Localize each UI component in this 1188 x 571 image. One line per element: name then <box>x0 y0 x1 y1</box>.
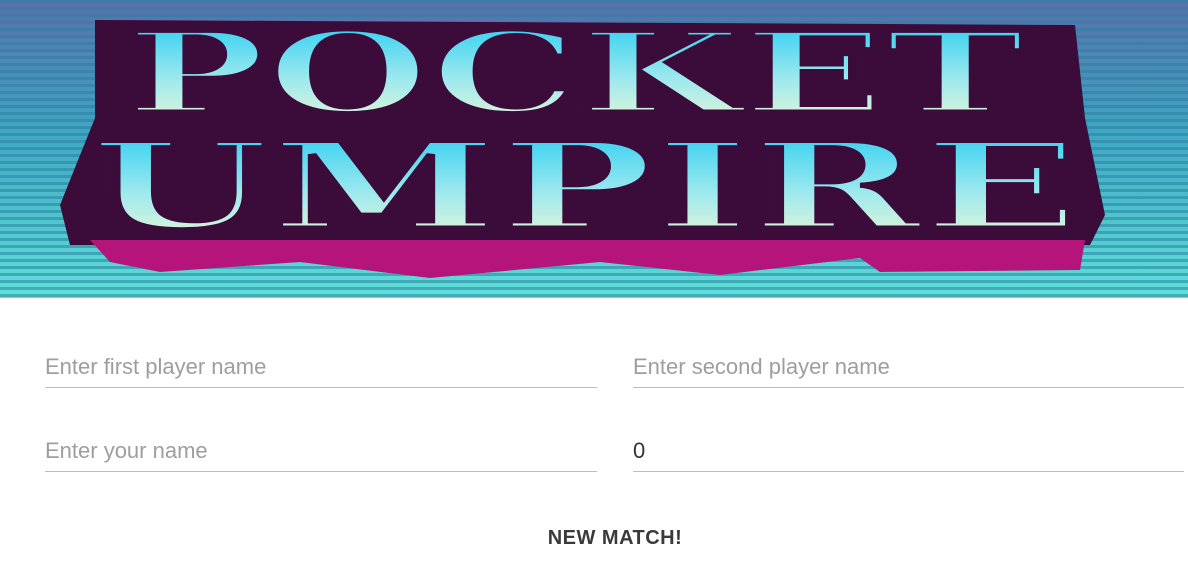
pocket-umpire-logo: POCKET UMPIRE <box>0 0 1188 298</box>
new-match-form: NEW MATCH! <box>0 298 1188 571</box>
new-match-button[interactable]: NEW MATCH! <box>520 518 710 558</box>
first-player-input[interactable] <box>45 347 597 387</box>
second-player-input[interactable] <box>633 347 1184 387</box>
number-field <box>633 431 1184 472</box>
umpire-name-input[interactable] <box>45 431 597 471</box>
umpire-name-field <box>45 431 597 472</box>
first-player-field <box>45 347 597 388</box>
logo-title-line2: UMPIRE <box>90 116 1080 257</box>
second-player-field <box>633 347 1184 388</box>
number-input[interactable] <box>633 431 1184 471</box>
banner: POCKET UMPIRE <box>0 0 1188 298</box>
